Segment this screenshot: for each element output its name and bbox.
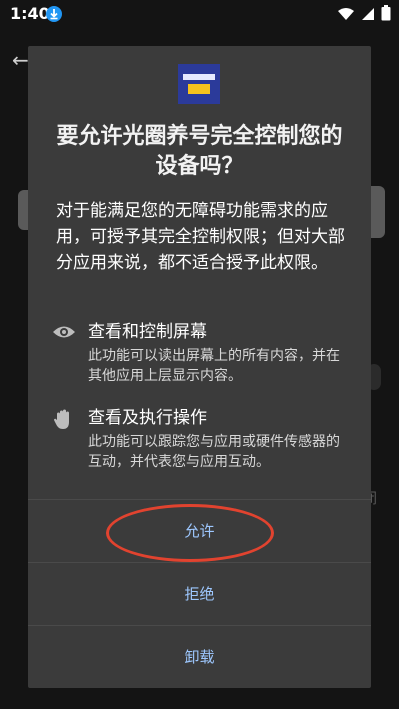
eye-icon	[52, 322, 76, 342]
capability-description: 此功能可以跟踪您与应用或硬件传感器的互动，并代表您与应用互动。	[88, 434, 340, 470]
app-logo-mark	[188, 84, 210, 94]
download-icon	[46, 6, 62, 22]
app-icon	[178, 64, 220, 104]
status-bar: 1:40	[0, 0, 399, 28]
deny-button[interactable]: 拒绝	[28, 563, 371, 623]
dialog-description: 对于能满足您的无障碍功能需求的应用，可授予其完全控制权限；但对大部分应用来说，都…	[56, 201, 345, 273]
status-icons	[337, 5, 391, 25]
battery-icon	[381, 5, 391, 25]
app-logo-mark	[183, 74, 215, 80]
screen: 1:40 ← 要允许光圈养号完全控制您的设备吗？ 对于能满足您的无障碍功能需求的…	[0, 0, 399, 709]
allow-button[interactable]: 允许	[28, 500, 371, 560]
uninstall-button[interactable]: 卸载	[28, 626, 371, 686]
hand-icon	[52, 408, 76, 429]
dialog-title: 要允许光圈养号完全控制您的设备吗？	[56, 124, 343, 179]
accessibility-permission-dialog: 要允许光圈养号完全控制您的设备吗？ 对于能满足您的无障碍功能需求的应用，可授予其…	[28, 46, 371, 688]
capability-title: 查看及执行操作	[88, 408, 207, 428]
capability-title: 查看和控制屏幕	[88, 322, 207, 342]
signal-icon	[361, 6, 375, 25]
capability-description: 此功能可以读出屏幕上的所有内容，并在其他应用上层显示内容。	[88, 348, 340, 384]
status-time: 1:40	[10, 4, 50, 23]
wifi-icon	[337, 6, 355, 25]
background-back-arrow-icon: ←	[12, 48, 29, 72]
